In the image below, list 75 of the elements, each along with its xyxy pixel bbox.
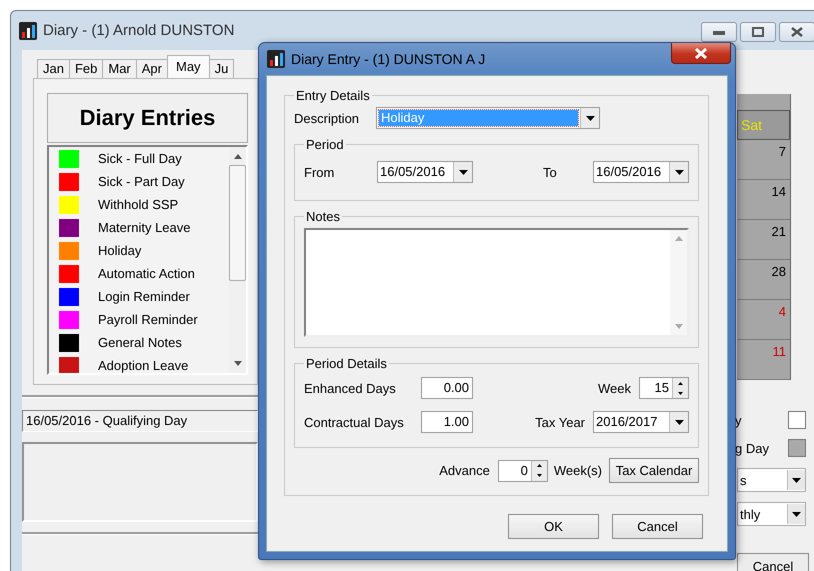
close-icon: [694, 48, 708, 58]
dropdown[interactable]: s: [737, 468, 806, 492]
month-tab[interactable]: Apr: [136, 59, 168, 78]
entry-type-label[interactable]: Holiday: [98, 243, 142, 258]
to-date-picker[interactable]: 16/05/2016: [593, 161, 689, 183]
bar-chart-icon: [19, 22, 37, 40]
group-title: Notes: [305, 209, 341, 224]
close-button[interactable]: [779, 22, 814, 42]
minimize-button[interactable]: [701, 22, 737, 42]
scroll-down-icon: [234, 361, 242, 366]
field-label: Advance: [439, 463, 490, 478]
enhanced-days-field[interactable]: 0.00: [421, 377, 473, 399]
calendar-day[interactable]: 7: [737, 140, 790, 180]
entry-type-label[interactable]: General Notes: [98, 335, 182, 350]
maximize-icon: [752, 27, 764, 37]
group-title: Entry Details: [295, 88, 371, 103]
field-label: Description: [294, 110, 360, 126]
entry-type-label[interactable]: Login Reminder: [98, 289, 190, 304]
day-header: Sat: [737, 110, 790, 140]
from-date-picker[interactable]: 16/05/2016: [377, 161, 473, 183]
dropdown-arrow-icon: [458, 170, 468, 174]
field-label: Enhanced Days: [304, 380, 397, 396]
entry-type-label[interactable]: Payroll Reminder: [98, 312, 198, 327]
scroll-up-icon: [674, 236, 682, 241]
advance-spinner[interactable]: 0: [498, 460, 548, 482]
field-label: To: [543, 164, 558, 180]
dropdown[interactable]: thly: [737, 502, 806, 526]
entry-type-label[interactable]: Sick - Part Day: [98, 174, 185, 189]
month-tab[interactable]: Jan: [37, 59, 70, 78]
group-title: Period Details: [305, 356, 388, 371]
field-label: From: [304, 164, 336, 180]
week-spinner[interactable]: 15: [639, 377, 689, 399]
entry-type-label[interactable]: Adoption Leave: [98, 358, 188, 373]
month-tab[interactable]: May: [167, 55, 210, 78]
window-title: Diary - (1) Arnold DUNSTON: [43, 22, 234, 39]
tax-calendar-button[interactable]: Tax Calendar: [609, 458, 699, 483]
spin-down-icon: [678, 392, 683, 394]
entry-type-label[interactable]: Withhold SSP: [98, 197, 178, 212]
minimize-icon: [713, 29, 725, 35]
dropdown-arrow-icon: [674, 170, 684, 174]
field-label: Tax Year: [535, 414, 585, 430]
spin-up-icon: [536, 464, 542, 467]
close-icon: [791, 27, 803, 37]
maximize-button[interactable]: [740, 22, 776, 42]
legend-title: Diary Entries: [47, 93, 248, 143]
dialog-title: Diary Entry - (1) DUNSTON A J: [291, 51, 486, 67]
calendar-day[interactable]: 21: [737, 220, 790, 260]
entry-type-label[interactable]: Maternity Leave: [98, 220, 190, 235]
entry-type-label[interactable]: Sick - Full Day: [98, 151, 182, 166]
group-title: Period: [305, 137, 345, 152]
tax-year-dropdown[interactable]: 2016/2017: [593, 411, 689, 433]
calendar-day[interactable]: 28: [737, 260, 790, 300]
close-button[interactable]: [671, 43, 731, 64]
dialog-button[interactable]: Cancel: [612, 514, 703, 539]
contractual-days-field[interactable]: 1.00: [421, 411, 473, 433]
spin-down-icon: [536, 474, 542, 477]
spin-up-icon: [678, 382, 683, 384]
notes-field[interactable]: [304, 228, 689, 337]
cancel-button[interactable]: Cancel: [737, 553, 809, 571]
dialog-button[interactable]: OK: [508, 514, 599, 539]
unit-label: Week(s): [554, 463, 602, 478]
dropdown-arrow-icon: [792, 478, 801, 482]
dropdown-arrow-icon: [674, 420, 684, 424]
field-label: Contractual Days: [304, 414, 405, 430]
field-label: Week: [598, 380, 631, 396]
dropdown-arrow-icon: [586, 116, 594, 120]
scroll-down-icon: [674, 324, 682, 329]
month-tab[interactable]: Ju: [208, 59, 234, 78]
dropdown-arrow-icon: [792, 512, 801, 516]
selected-day-field: 16/05/2016 - Qualifying Day: [22, 410, 258, 432]
entry-type-label[interactable]: Automatic Action: [98, 266, 195, 281]
checkbox[interactable]: [788, 411, 806, 429]
calendar-day[interactable]: 14: [737, 180, 790, 220]
scroll-up-icon: [234, 154, 242, 159]
bar-chart-icon: [267, 50, 285, 68]
